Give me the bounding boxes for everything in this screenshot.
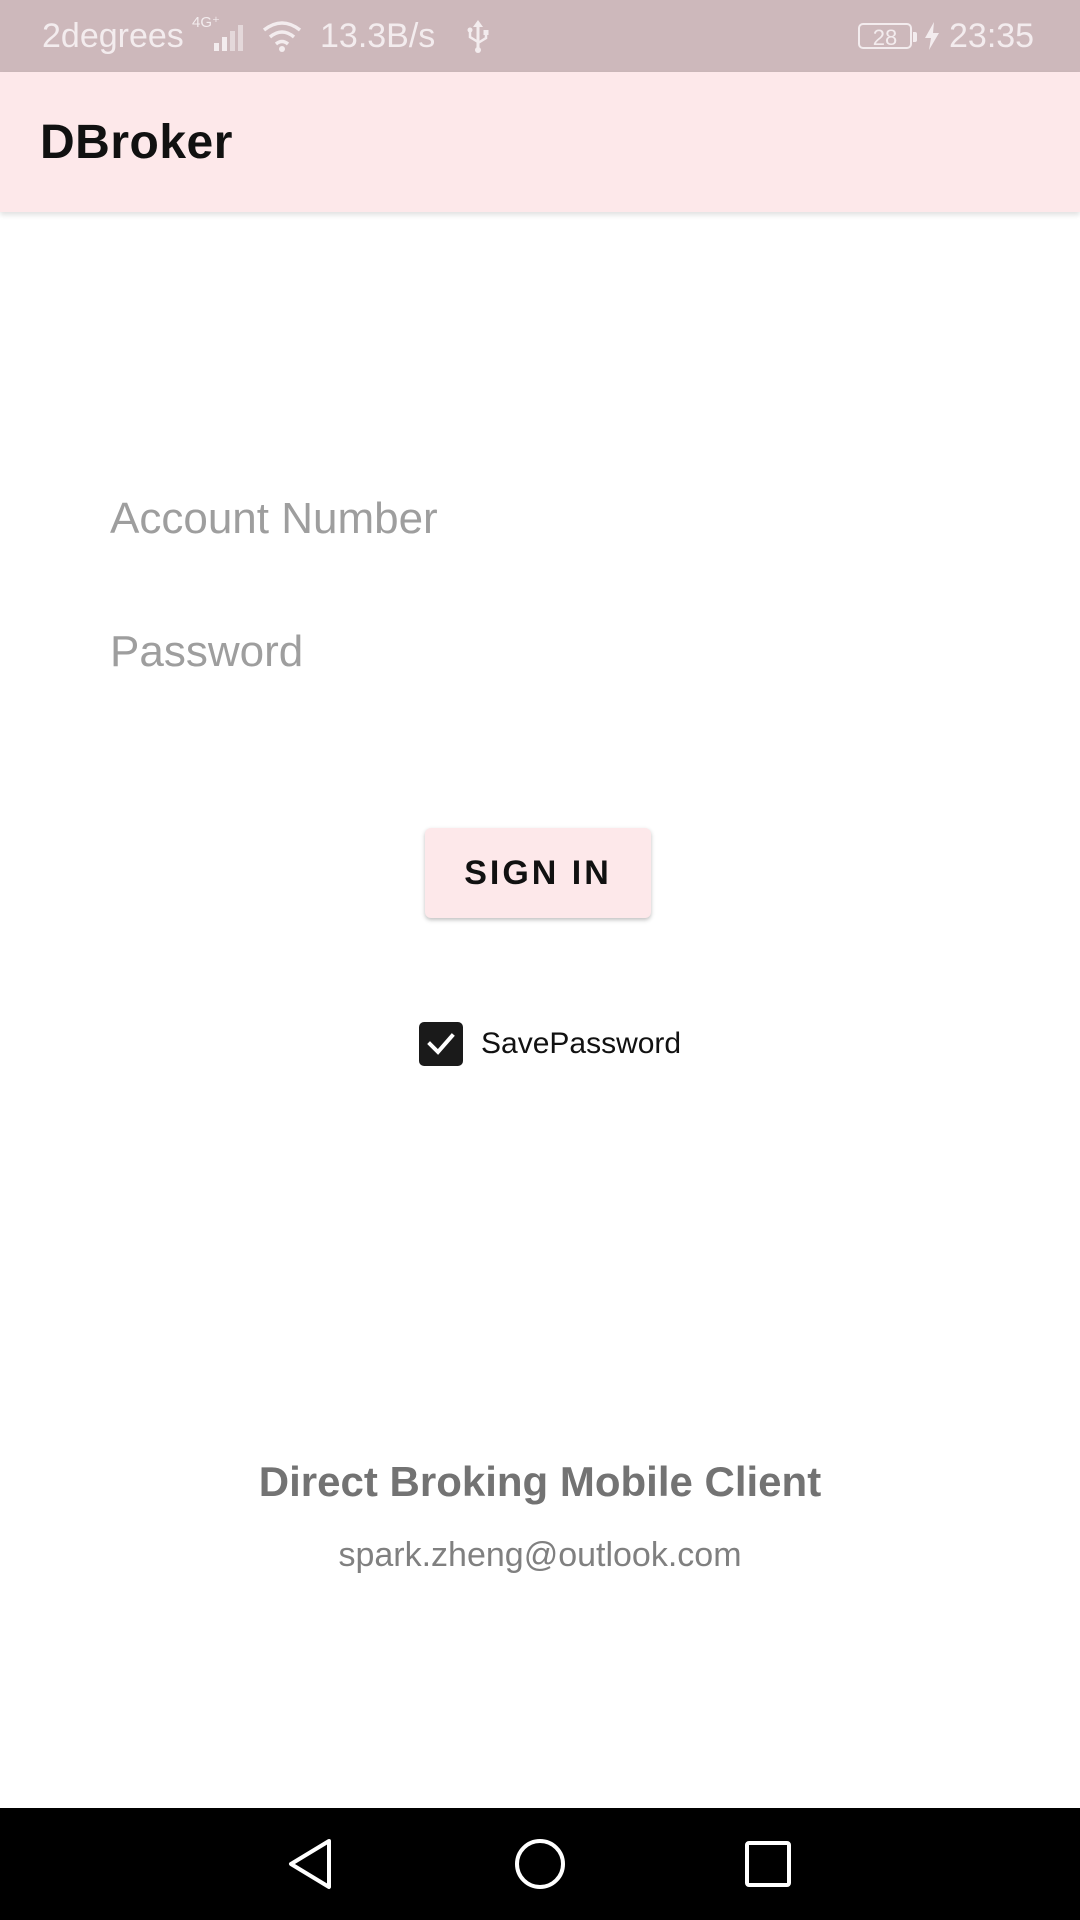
- network-speed-label: 13.3B/s: [320, 16, 436, 55]
- sign-in-button-label: SIGN IN: [464, 853, 612, 892]
- password-input[interactable]: [110, 612, 970, 692]
- footer-email: spark.zheng@outlook.com: [338, 1536, 742, 1574]
- system-nav-bar: [0, 1808, 1080, 1920]
- back-icon[interactable]: [282, 1836, 338, 1892]
- app-bar: DBroker: [0, 72, 1080, 212]
- charging-icon: [924, 0, 940, 72]
- clock-label: 23:35: [949, 16, 1035, 55]
- account-number-input[interactable]: [110, 479, 970, 559]
- checkmark-icon: [427, 1033, 455, 1055]
- home-icon[interactable]: [512, 1836, 568, 1892]
- save-password-label: SavePassword: [481, 1027, 682, 1060]
- app-title: DBroker: [40, 115, 233, 169]
- battery-icon: 28: [858, 0, 917, 72]
- wifi-icon: [262, 0, 302, 72]
- recents-icon[interactable]: [740, 1836, 796, 1892]
- footer-title: Direct Broking Mobile Client: [258, 1458, 822, 1505]
- save-password-checkbox[interactable]: [419, 1022, 463, 1066]
- save-password-checkbox-row[interactable]: SavePassword: [419, 1020, 681, 1068]
- battery-level-label: 28: [858, 23, 917, 50]
- carrier-label: 2degrees: [42, 16, 184, 55]
- login-screen: 2degrees 4G⁺ 13.3B/s 28 23:35 DBroker Ac…: [0, 0, 1080, 1920]
- sign-in-button[interactable]: SIGN IN: [425, 828, 651, 918]
- usb-icon: [466, 0, 490, 72]
- status-bar: 2degrees 4G⁺ 13.3B/s 28 23:35: [0, 0, 1080, 72]
- signal-icon: [214, 0, 250, 72]
